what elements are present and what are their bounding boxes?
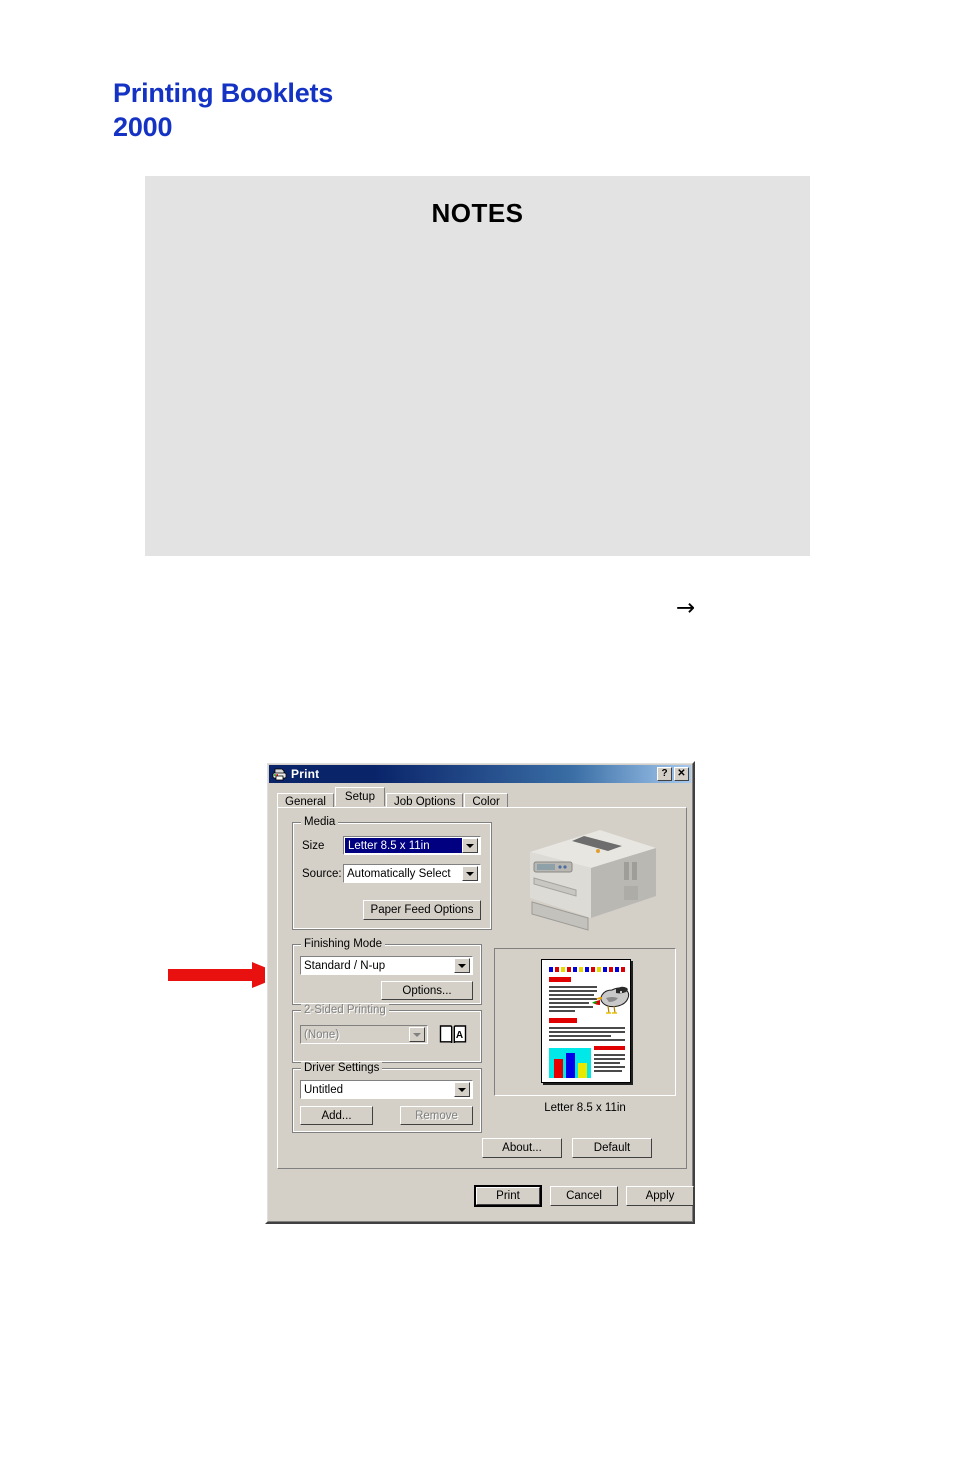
driver-settings-combo[interactable]: Untitled (300, 1080, 473, 1099)
right-arrow-icon: → (676, 595, 696, 621)
printer-illustration (530, 830, 656, 931)
close-icon[interactable]: ✕ (674, 767, 689, 781)
driver-settings-group-label: Driver Settings (301, 1062, 383, 1074)
finishing-mode-group-label: Finishing Mode (301, 938, 385, 950)
page-title-line2: 2000 (113, 112, 173, 142)
dialog-titlebar[interactable]: Print ? ✕ (269, 765, 691, 783)
two-sided-printing-combo[interactable]: (None) (300, 1025, 428, 1044)
print-preview-frame (494, 948, 676, 1096)
tab-setup[interactable]: Setup (334, 787, 385, 806)
source-label: Source: (302, 868, 342, 880)
notes-panel: NOTES (145, 176, 810, 556)
svg-text:A: A (456, 1030, 463, 1041)
about-button[interactable]: About... (482, 1138, 562, 1158)
page-title: Printing Booklets 2000 (113, 76, 333, 144)
media-group-label: Media (301, 816, 339, 828)
paper-source-value: Automatically Select (347, 867, 451, 880)
driver-settings-group: Driver Settings Untitled Add... Remove (292, 1062, 482, 1133)
cancel-button[interactable]: Cancel (550, 1186, 618, 1206)
two-sided-printing-group: 2-Sided Printing (None) A (292, 1004, 482, 1063)
page-title-line1: Printing Booklets (113, 78, 334, 108)
driver-settings-value: Untitled (304, 1083, 343, 1096)
print-dialog: Print ? ✕ General Setup Job Options Colo… (265, 761, 695, 1224)
preview-caption: Letter 8.5 x 11in (544, 1102, 626, 1114)
bird-illustration (592, 986, 630, 1014)
size-label: Size (302, 840, 325, 852)
printer-icon (272, 768, 287, 781)
chevron-down-icon[interactable] (462, 838, 478, 853)
add-driver-setting-button[interactable]: Add... (300, 1106, 373, 1125)
two-sided-printing-value: (None) (304, 1028, 340, 1041)
chevron-down-icon[interactable] (462, 866, 478, 881)
finishing-mode-group: Finishing Mode Standard / N-up Options..… (292, 938, 482, 1005)
finishing-mode-combo[interactable]: Standard / N-up (300, 956, 473, 975)
setup-tab-panel: Media Size Letter 8.5 x 11in Source: Aut… (277, 807, 687, 1169)
finishing-options-button[interactable]: Options... (381, 981, 473, 1000)
chevron-down-icon[interactable] (454, 1082, 470, 1097)
open-book-icon[interactable]: A (439, 1023, 467, 1045)
document-preview-thumbnail (541, 959, 631, 1083)
paper-feed-options-button[interactable]: Paper Feed Options (363, 900, 481, 920)
notes-heading: NOTES (431, 198, 524, 228)
default-button[interactable]: Default (572, 1138, 652, 1158)
media-group: Media Size Letter 8.5 x 11in Source: Aut… (292, 816, 492, 930)
tab-bar: General Setup Job Options Color (277, 787, 687, 809)
finishing-mode-value: Standard / N-up (304, 959, 386, 972)
paper-size-combo[interactable]: Letter 8.5 x 11in (343, 836, 481, 855)
chevron-down-icon[interactable] (454, 958, 470, 973)
dialog-title: Print (291, 767, 320, 781)
help-button[interactable]: ? (657, 767, 672, 781)
paper-source-combo[interactable]: Automatically Select (343, 864, 481, 883)
chevron-down-icon[interactable] (409, 1027, 425, 1042)
apply-button[interactable]: Apply (626, 1186, 694, 1206)
print-button[interactable]: Print (474, 1185, 542, 1207)
paper-size-value: Letter 8.5 x 11in (345, 838, 462, 853)
two-sided-printing-group-label: 2-Sided Printing (301, 1004, 389, 1016)
remove-driver-setting-button[interactable]: Remove (400, 1106, 473, 1125)
